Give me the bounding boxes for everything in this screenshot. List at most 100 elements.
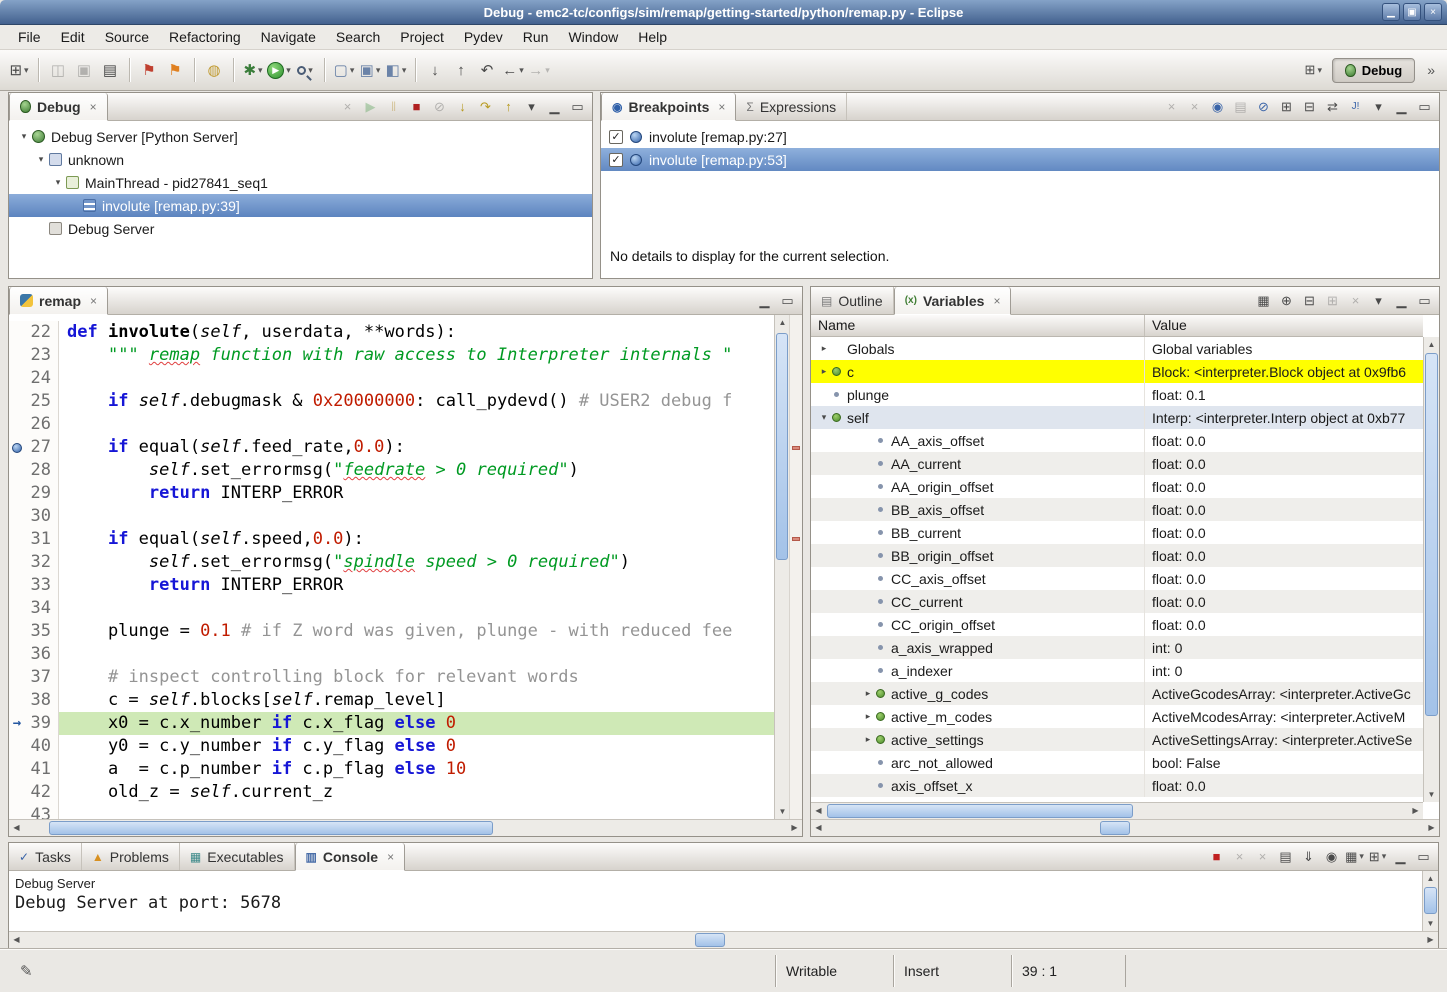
toolbar-overflow-chevron[interactable]: » — [1423, 62, 1439, 78]
tab-close-icon[interactable]: × — [387, 850, 394, 864]
new-task-button[interactable]: ⚑ — [137, 58, 161, 82]
variable-row[interactable]: BB_origin_offsetfloat: 0.0 — [811, 544, 1423, 567]
variable-row[interactable]: ▸active_m_codesActiveMcodesArray: <inter… — [811, 705, 1423, 728]
menu-navigate[interactable]: Navigate — [251, 26, 326, 48]
print-button[interactable]: ▤ — [98, 58, 122, 82]
step-into-button[interactable]: ↓ — [452, 96, 473, 117]
variable-row[interactable]: BB_currentfloat: 0.0 — [811, 521, 1423, 544]
code-line-31[interactable]: 31 if equal(self.speed,0.0): — [9, 528, 774, 551]
titlebar[interactable]: Debug - emc2-tc/configs/sim/remap/gettin… — [0, 0, 1447, 25]
database-explorer-button[interactable]: ◍ — [202, 58, 226, 82]
variables-vscroll-thumb[interactable] — [1425, 353, 1438, 716]
variable-row[interactable]: a_axis_wrappedint: 0 — [811, 636, 1423, 659]
scroll-up-icon[interactable]: ▲ — [1424, 337, 1439, 352]
breakpoint-marker-icon[interactable] — [9, 436, 25, 459]
menu-window[interactable]: Window — [558, 26, 628, 48]
variable-row[interactable]: ▸cBlock: <interpreter.Block object at 0x… — [811, 360, 1423, 383]
show-logical-structures-button[interactable]: ⊕ — [1276, 290, 1297, 311]
code-line-29[interactable]: 29 return INTERP_ERROR — [9, 482, 774, 505]
code-line-28[interactable]: 28 self.set_errormsg("feedrate > 0 requi… — [9, 459, 774, 482]
variable-expander-icon[interactable]: ▸ — [817, 366, 831, 377]
maximize-view-button[interactable]: ▭ — [1414, 96, 1435, 117]
console-vertical-scrollbar[interactable]: ▲ ▼ — [1422, 871, 1438, 931]
menu-project[interactable]: Project — [390, 26, 454, 48]
tab-variables[interactable]: (x) Variables × — [894, 287, 1012, 315]
variable-row[interactable]: arc_not_allowedbool: False — [811, 751, 1423, 774]
code-line-42[interactable]: 42 old_z = self.current_z — [9, 781, 774, 804]
link-with-debug-view-button[interactable]: ⇄ — [1322, 96, 1343, 117]
variable-row[interactable]: CC_currentfloat: 0.0 — [811, 590, 1423, 613]
breakpoint-row[interactable]: ✓involute [remap.py:27] — [601, 125, 1439, 148]
tab-executables[interactable]: ▦Executables — [180, 843, 295, 870]
debug-tree-row[interactable]: involute [remap.py:39] — [9, 194, 592, 217]
code-line-27[interactable]: 27 if equal(self.feed_rate,0.0): — [9, 436, 774, 459]
scroll-down-icon[interactable]: ▼ — [1423, 916, 1438, 931]
close-button[interactable]: × — [1424, 3, 1442, 21]
back-button[interactable]: ←▾ — [501, 58, 525, 82]
code-line-32[interactable]: 32 self.set_errormsg("spindle speed > 0 … — [9, 551, 774, 574]
scroll-left-icon[interactable]: ◀ — [811, 820, 826, 835]
debug-tree-row[interactable]: ▾unknown — [9, 148, 592, 171]
debug-tree-row[interactable]: Debug Server — [9, 217, 592, 240]
console-vscroll-thumb[interactable] — [1424, 887, 1437, 914]
code-line-26[interactable]: 26 — [9, 413, 774, 436]
tab-close-icon[interactable]: × — [993, 294, 1000, 308]
console-horizontal-scrollbar[interactable]: ◀ ▶ — [9, 931, 1438, 948]
debug-tree-row[interactable]: ▾MainThread - pid27841_seq1 — [9, 171, 592, 194]
terminate-button[interactable]: ■ — [406, 96, 427, 117]
editor-hscroll-thumb[interactable] — [49, 821, 493, 835]
variable-row[interactable]: AA_origin_offsetfloat: 0.0 — [811, 475, 1423, 498]
arrow-marker-icon[interactable]: → — [9, 712, 25, 735]
variable-row[interactable]: axis_offset_xfloat: 0.0 — [811, 774, 1423, 797]
tab-close-icon[interactable]: × — [718, 100, 725, 114]
debug-launch-button[interactable]: ✱▾ — [241, 58, 265, 82]
search-button[interactable]: ▾ — [293, 58, 317, 82]
tab-debug[interactable]: Debug × — [9, 93, 108, 121]
scroll-right-icon[interactable]: ▶ — [1424, 820, 1439, 835]
scroll-right-icon[interactable]: ▶ — [1423, 932, 1438, 947]
collapse-all-button[interactable]: ⊟ — [1299, 290, 1320, 311]
menu-source[interactable]: Source — [95, 26, 159, 48]
scroll-left-icon[interactable]: ◀ — [9, 820, 24, 835]
overview-annotation-mark[interactable] — [792, 446, 800, 450]
variable-expander-icon[interactable]: ▸ — [817, 343, 831, 354]
open-console-button[interactable]: ⊞▾ — [1367, 846, 1388, 867]
variables-vertical-scrollbar[interactable]: ▲ ▼ — [1423, 337, 1439, 802]
new-wizard-button[interactable]: ⊞▾ — [7, 58, 31, 82]
maximize-view-button[interactable]: ▭ — [777, 290, 798, 311]
show-breakpoints-for-button[interactable]: ◉ — [1207, 96, 1228, 117]
scroll-down-icon[interactable]: ▼ — [1424, 787, 1439, 802]
code-line-41[interactable]: 41 a = c.p_number if c.p_flag else 10 — [9, 758, 774, 781]
open-element-button[interactable]: ◧▾ — [384, 58, 408, 82]
previous-annotation-button[interactable]: ↑ — [449, 58, 473, 82]
expand-all-button[interactable]: ⊞ — [1276, 96, 1297, 117]
minimize-button[interactable]: ▁ — [1382, 3, 1400, 21]
menu-pydev[interactable]: Pydev — [454, 26, 513, 48]
minimize-view-button[interactable]: ▁ — [1391, 290, 1412, 311]
editor-vertical-scrollbar[interactable]: ▲ ▼ — [774, 315, 789, 819]
display-selected-console-button[interactable]: ▦▾ — [1344, 846, 1365, 867]
tab-breakpoints[interactable]: ◉ Breakpoints × — [601, 93, 736, 121]
code-line-24[interactable]: 24 — [9, 367, 774, 390]
add-java-exception-breakpoint-button[interactable]: J! — [1345, 96, 1366, 117]
view-menu-button[interactable]: ▾ — [1368, 290, 1389, 311]
new-pydev-module-button[interactable]: ▢▾ — [332, 58, 356, 82]
view-menu-button[interactable]: ▾ — [1368, 96, 1389, 117]
variable-row[interactable]: CC_axis_offsetfloat: 0.0 — [811, 567, 1423, 590]
tree-expander-icon[interactable]: ▾ — [51, 177, 65, 188]
minimize-view-button[interactable]: ▁ — [754, 290, 775, 311]
overview-annotation-mark[interactable] — [792, 537, 800, 541]
variable-row[interactable]: ▾selfInterp: <interpreter.Interp object … — [811, 406, 1423, 429]
maximize-view-button[interactable]: ▭ — [1414, 290, 1435, 311]
clear-console-button[interactable]: ▤ — [1275, 846, 1296, 867]
tab-tasks[interactable]: ✓Tasks — [9, 843, 82, 870]
variables-horizontal-scrollbar[interactable]: ◀ ▶ — [811, 802, 1423, 819]
show-type-names-button[interactable]: ▦ — [1253, 290, 1274, 311]
minimize-view-button[interactable]: ▁ — [1391, 96, 1412, 117]
collapse-all-button[interactable]: ⊟ — [1299, 96, 1320, 117]
column-value[interactable]: Value — [1145, 315, 1194, 336]
minimize-view-button[interactable]: ▁ — [1390, 846, 1411, 867]
tree-expander-icon[interactable]: ▾ — [17, 131, 31, 142]
maximize-view-button[interactable]: ▭ — [1413, 846, 1434, 867]
scroll-right-icon[interactable]: ▶ — [787, 820, 802, 835]
